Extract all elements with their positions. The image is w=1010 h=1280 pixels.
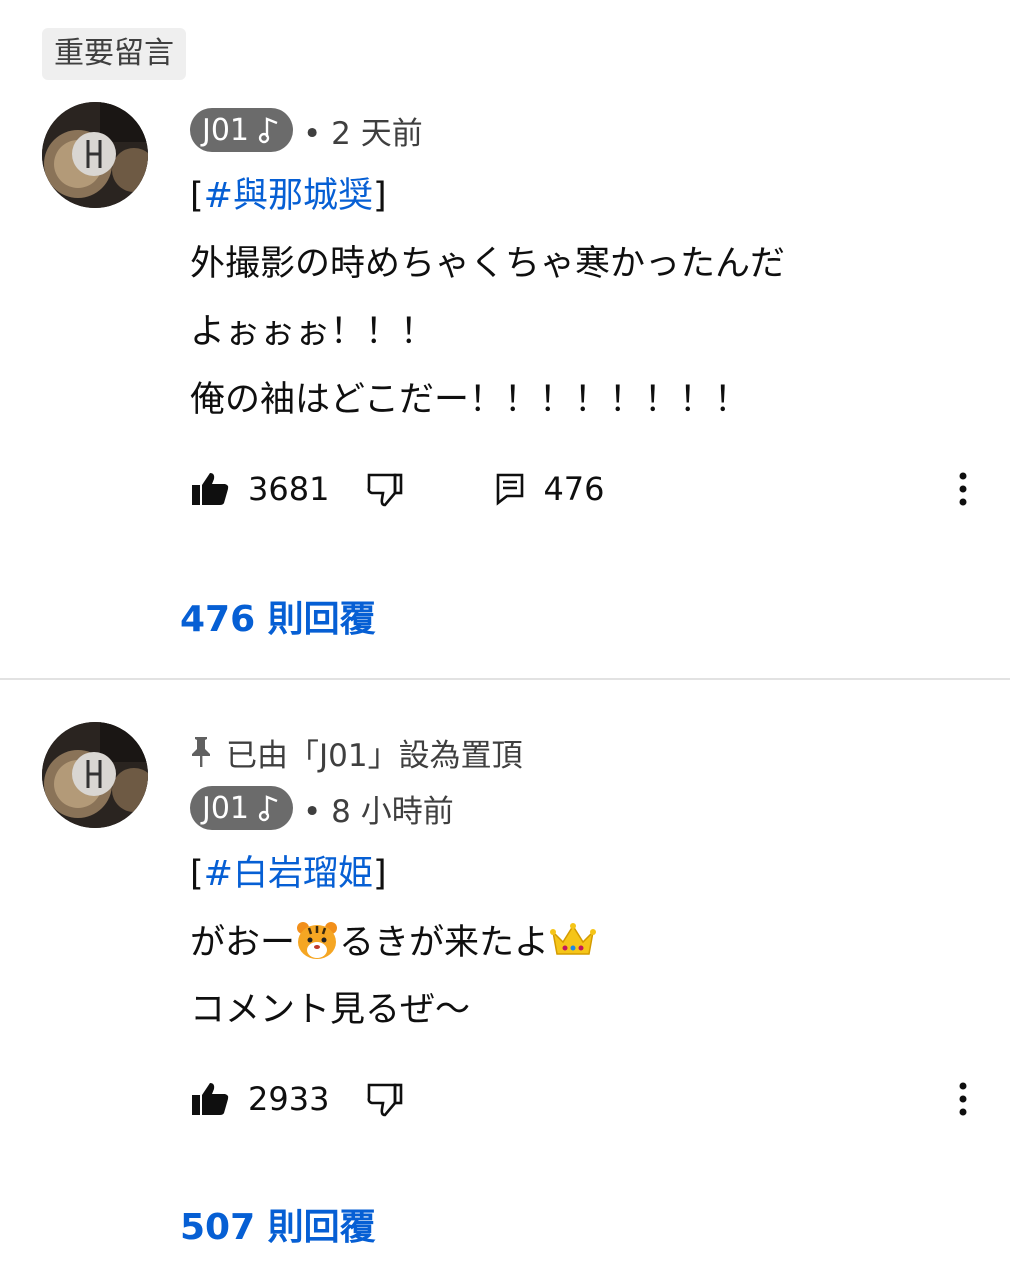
crown-emoji xyxy=(550,923,597,955)
thumbs-up-icon[interactable] xyxy=(190,471,230,507)
comment-text-line: コメント見るぜ〜 xyxy=(190,990,471,1030)
comment-text-line: 俺の袖はどこだー！！！！！！！！ xyxy=(190,380,749,420)
view-replies-link[interactable]: 476 則回覆 xyxy=(180,590,376,642)
thumbs-up-icon[interactable] xyxy=(190,1081,230,1117)
thumbs-down-icon[interactable] xyxy=(365,471,405,507)
like-count: 2933 xyxy=(248,1080,330,1118)
avatar[interactable] xyxy=(42,722,148,828)
more-vert-icon[interactable] xyxy=(948,464,978,514)
comment-text-line: 外撮影の時めちゃくちゃ寒かったんだ xyxy=(190,244,786,284)
comment-hashtag-line: [#白岩瑠姫] xyxy=(190,854,387,894)
comment-actions: 2933 xyxy=(190,1074,405,1124)
pinned-text: 已由「J01」設為置頂 xyxy=(226,737,523,774)
comment-hashtag-line: [#與那城奨] xyxy=(190,176,387,216)
top-comments-chip[interactable]: 重要留言 xyxy=(42,28,186,80)
reply-count: 476 xyxy=(543,470,605,508)
comment-text-line: よぉぉぉ！！！ xyxy=(190,312,436,352)
pinned-label: 已由「J01」設為置頂 xyxy=(190,730,523,774)
author-badge[interactable]: J01 xyxy=(190,786,294,830)
music-note-icon xyxy=(258,795,278,822)
comment-text-line: がおー るきが来たよ xyxy=(190,920,597,965)
hashtag-link[interactable]: #與那城奨 xyxy=(204,176,373,216)
hashtag-link[interactable]: #白岩瑠姫 xyxy=(204,854,373,894)
like-count: 3681 xyxy=(248,470,330,508)
music-note-icon xyxy=(258,117,278,144)
avatar[interactable] xyxy=(42,102,148,208)
comment-header: J01 • 8 小時前 xyxy=(190,786,454,830)
tiger-emoji xyxy=(297,922,338,959)
author-badge[interactable]: J01 xyxy=(190,108,294,152)
pin-icon xyxy=(192,737,210,767)
more-vert-icon[interactable] xyxy=(948,1074,978,1124)
author-name: J01 xyxy=(202,790,250,826)
comment-header: J01 • 2 天前 xyxy=(190,108,423,152)
view-replies-link[interactable]: 507 則回覆 xyxy=(180,1198,376,1250)
divider xyxy=(0,678,1010,680)
thumbs-down-icon[interactable] xyxy=(365,1081,405,1117)
comment-time: • 2 天前 xyxy=(303,115,423,152)
comment-actions: 3681 476 xyxy=(190,464,605,514)
comment-time: • 8 小時前 xyxy=(303,793,454,830)
comment-icon[interactable] xyxy=(495,472,525,506)
author-name: J01 xyxy=(202,112,250,148)
